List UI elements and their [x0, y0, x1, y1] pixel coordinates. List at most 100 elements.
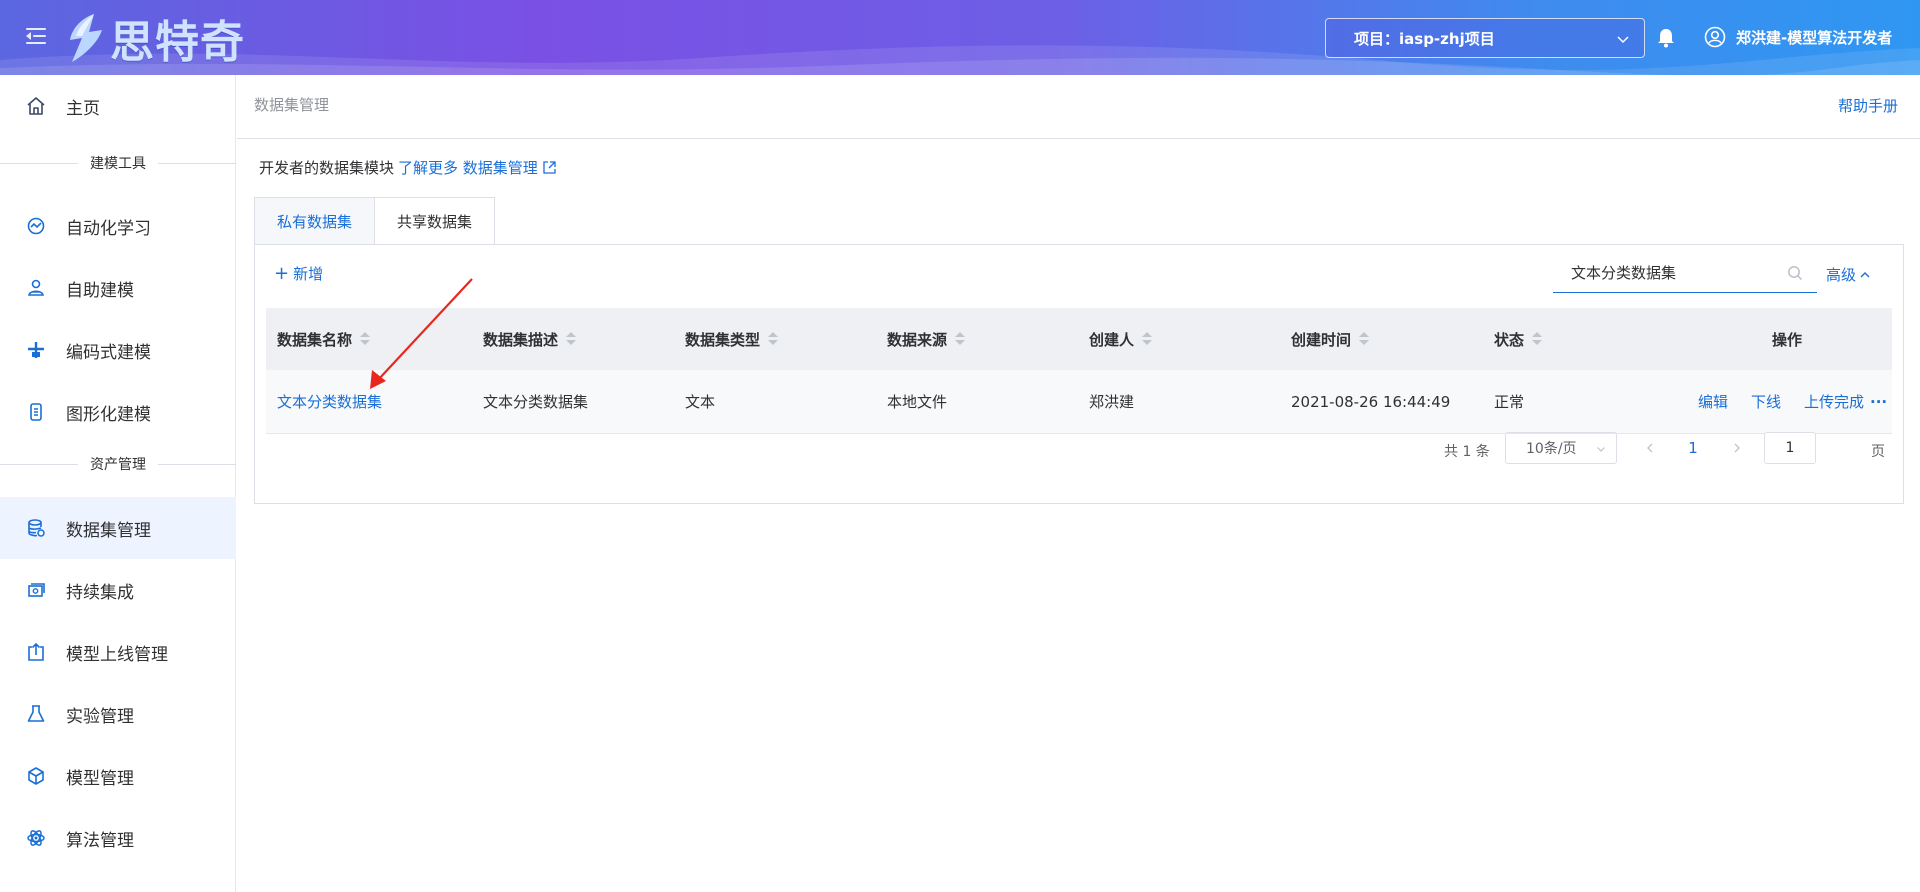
header-divider — [237, 138, 1920, 139]
sidebar-item-label: 持续集成 — [66, 582, 134, 603]
user-menu[interactable]: 郑洪建-模型算法开发者 — [1704, 26, 1892, 48]
lightning-logo-icon — [70, 14, 102, 62]
dataset-tabs: 私有数据集 共享数据集 — [254, 197, 496, 245]
help-manual-link[interactable]: 帮助手册 — [1838, 95, 1898, 116]
sidebar-item-label: 自助建模 — [66, 280, 134, 301]
sidebar-item-algorithm[interactable]: 算法管理 — [0, 807, 236, 869]
header-actions: 操作 — [1772, 330, 1803, 349]
home-icon — [26, 96, 46, 116]
page-size-label: 10条/页 — [1526, 441, 1577, 457]
sort-icon[interactable] — [1532, 332, 1543, 346]
sidebar-item-label: 主页 — [66, 98, 100, 119]
sidebar-item-label: 算法管理 — [66, 830, 134, 851]
sidebar-item-label: 实验管理 — [66, 706, 134, 727]
advanced-search-toggle[interactable]: 高级 — [1826, 264, 1871, 285]
sort-icon[interactable] — [1359, 332, 1370, 346]
cube-icon — [26, 766, 46, 786]
section-title-assets: 资产管理 — [0, 454, 236, 474]
code-modeling-icon — [26, 340, 46, 360]
chevron-up-icon — [1860, 271, 1870, 277]
sidebar-item-self-modeling[interactable]: 自助建模 — [0, 257, 236, 319]
dataset-table: 数据集名称 数据集描述 数据集类型 数据来源 创建人 创建时间 状态 操作 文本… — [266, 308, 1892, 434]
intro-text: 开发者的数据集模块 — [259, 159, 395, 177]
menu-toggle-icon[interactable] — [26, 28, 46, 44]
header-status[interactable]: 状态 — [1494, 329, 1543, 350]
chevron-down-icon — [1597, 447, 1605, 452]
sidebar-item-model-management[interactable]: 模型管理 — [0, 745, 236, 807]
add-dataset-label: 新增 — [293, 265, 324, 283]
dataset-creator: 郑洪建 — [1089, 393, 1135, 411]
sidebar-item-label: 模型管理 — [66, 768, 134, 789]
page-number-current[interactable]: 1 — [1678, 433, 1708, 463]
user-avatar-icon — [1704, 26, 1726, 48]
sidebar-item-automl[interactable]: 自动化学习 — [0, 195, 236, 257]
sort-icon[interactable] — [1142, 332, 1153, 346]
tab-shared-datasets[interactable]: 共享数据集 — [375, 197, 496, 245]
bell-icon[interactable] — [1657, 28, 1675, 48]
advanced-label: 高级 — [1826, 266, 1857, 284]
sidebar-item-code-modeling[interactable]: 编码式建模 — [0, 319, 236, 381]
sidebar-item-label: 数据集管理 — [66, 520, 151, 541]
next-page-button[interactable] — [1722, 433, 1752, 463]
search-box — [1553, 253, 1817, 293]
learn-more-link[interactable]: 了解更多 数据集管理 — [398, 157, 538, 178]
more-actions-icon[interactable]: ··· — [1870, 393, 1887, 411]
chevron-right-icon — [1734, 443, 1740, 453]
dataset-panel: + 新增 高级 数据集名称 数据集描述 数据集类型 数据来源 创建人 创建时间 … — [254, 244, 1904, 504]
header-description[interactable]: 数据集描述 — [483, 329, 577, 350]
sort-icon[interactable] — [360, 332, 371, 346]
prev-page-button[interactable] — [1635, 433, 1665, 463]
flask-icon — [26, 704, 46, 724]
sort-icon[interactable] — [955, 332, 966, 346]
dataset-description: 文本分类数据集 — [483, 393, 589, 411]
header-creator[interactable]: 创建人 — [1089, 329, 1153, 350]
page-unit-label: 页 — [1871, 444, 1885, 460]
project-select-label: 项目：iasp-zhj项目 — [1354, 29, 1495, 48]
dataset-source: 本地文件 — [887, 393, 948, 411]
project-select[interactable]: 项目：iasp-zhj项目 — [1325, 18, 1645, 58]
header-name[interactable]: 数据集名称 — [277, 329, 371, 350]
add-dataset-button[interactable]: + 新增 — [274, 263, 323, 284]
sort-icon[interactable] — [566, 332, 577, 346]
pagination-total: 共 1 条 — [1444, 444, 1490, 460]
sidebar-item-ci[interactable]: 持续集成 — [0, 559, 236, 621]
brand-logo: 思特奇 — [64, 10, 245, 68]
upload-complete-action[interactable]: 上传完成 — [1804, 391, 1864, 412]
ci-icon — [26, 580, 46, 600]
main-content: 数据集管理 帮助手册 开发者的数据集模块 了解更多 数据集管理 私有数据集 共享… — [237, 75, 1920, 892]
sidebar-item-graphical-modeling[interactable]: 图形化建模 — [0, 381, 236, 443]
page-size-select[interactable]: 10条/页 — [1505, 432, 1617, 464]
sidebar-item-home[interactable]: 主页 — [0, 75, 236, 137]
header-created-time[interactable]: 创建时间 — [1291, 329, 1370, 350]
dataset-name-link[interactable]: 文本分类数据集 — [277, 391, 382, 412]
offline-action[interactable]: 下线 — [1751, 391, 1781, 412]
sort-icon[interactable] — [768, 332, 779, 346]
table-row: 文本分类数据集 文本分类数据集 文本 本地文件 郑洪建 2021-08-26 1… — [266, 370, 1892, 434]
top-header: 思特奇 项目：iasp-zhj项目 郑洪建-模型算法开发者 — [0, 0, 1920, 75]
tab-private-datasets[interactable]: 私有数据集 — [254, 197, 376, 245]
automl-icon — [26, 216, 46, 236]
graphical-modeling-icon — [26, 402, 46, 422]
header-source[interactable]: 数据来源 — [887, 329, 966, 350]
chevron-down-icon — [1617, 36, 1629, 44]
sidebar-item-experiment[interactable]: 实验管理 — [0, 683, 236, 745]
search-icon[interactable] — [1787, 265, 1803, 281]
goto-page-input[interactable] — [1764, 432, 1816, 464]
external-link-icon[interactable] — [542, 160, 557, 175]
atom-icon — [26, 828, 46, 848]
dataset-created-time: 2021-08-26 16:44:49 — [1291, 392, 1451, 411]
dataset-type: 文本 — [685, 393, 716, 411]
sidebar-item-label: 图形化建模 — [66, 404, 151, 425]
section-title-modeling: 建模工具 — [0, 153, 236, 173]
upload-icon — [26, 642, 46, 662]
search-input[interactable] — [1571, 263, 1771, 282]
user-name: 郑洪建-模型算法开发者 — [1736, 28, 1893, 47]
sidebar: 主页 建模工具 自动化学习 自助建模 编码式建模 图形化建模 资产管理 数据集管… — [0, 75, 236, 892]
dataset-status: 正常 — [1494, 393, 1525, 411]
sidebar-item-model-deploy[interactable]: 模型上线管理 — [0, 621, 236, 683]
chevron-left-icon — [1647, 443, 1653, 453]
sidebar-item-label: 模型上线管理 — [66, 644, 168, 665]
header-type[interactable]: 数据集类型 — [685, 329, 779, 350]
edit-action[interactable]: 编辑 — [1698, 391, 1728, 412]
sidebar-item-dataset-management[interactable]: 数据集管理 — [0, 497, 236, 559]
